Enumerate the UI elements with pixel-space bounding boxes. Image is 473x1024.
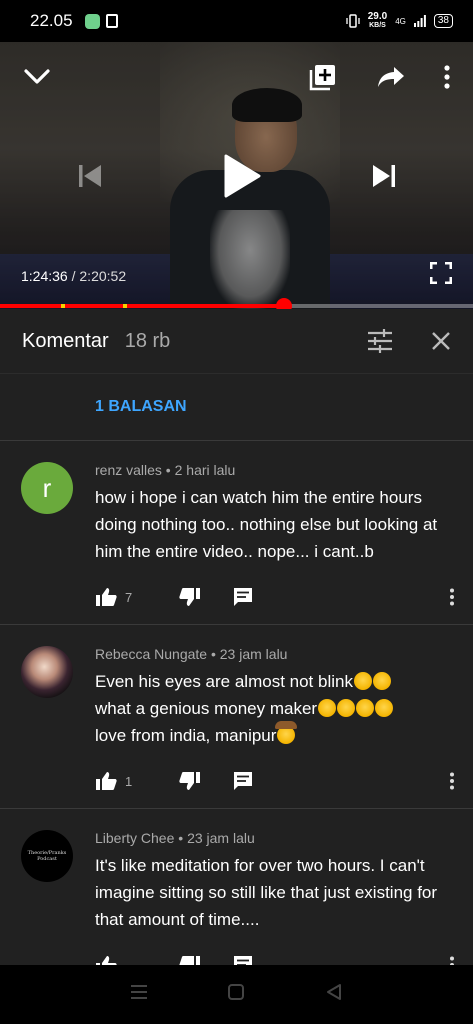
comment-text: how i hope i can watch him the entire ho… — [95, 488, 438, 561]
reply-icon[interactable] — [233, 587, 253, 607]
comment-item: r renz valles • 2 hari lalu how i hope i… — [0, 441, 473, 625]
sort-filter-icon[interactable] — [367, 329, 393, 353]
comment-body: Liberty Chee • 23 jam lalu It's like med… — [0, 809, 473, 965]
vibrate-icon — [346, 14, 360, 28]
comment-actions: 7 — [95, 573, 455, 621]
status-bar: 22.05 29.0 KB/S 4G 38 — [0, 0, 473, 42]
network-speed-unit: KB/S — [369, 22, 386, 29]
replies-row: 1 BALASAN — [0, 374, 473, 441]
comment-more-icon[interactable] — [449, 772, 455, 790]
progress-bar[interactable] — [0, 298, 473, 309]
comment-actions — [95, 941, 455, 965]
time-separator: / — [71, 268, 76, 284]
rofl-emoji-icon — [337, 699, 356, 717]
clipboard-icon — [105, 14, 118, 28]
reply-icon[interactable] — [233, 955, 253, 965]
app-notification-icon — [84, 13, 100, 29]
like-icon[interactable] — [95, 955, 117, 965]
like-count: 7 — [125, 589, 133, 605]
video-duration: 2:20:52 — [79, 268, 127, 284]
comments-panel: Komentar 18 rb 1 BALASAN r renz valles •… — [0, 309, 473, 965]
avatar[interactable] — [21, 646, 73, 698]
video-player[interactable]: 1:24:36 / 2:20:52 — [0, 42, 473, 309]
dislike-icon[interactable] — [179, 587, 201, 607]
network-speed: 29.0 KB/S — [368, 12, 387, 30]
rofl-emoji-icon — [353, 672, 372, 690]
status-time: 22.05 — [30, 11, 73, 30]
minimize-chevron-icon[interactable] — [20, 64, 54, 90]
comment-body: renz valles • 2 hari lalu how i hope i c… — [0, 441, 473, 621]
comment-author[interactable]: Rebecca Nungate — [95, 646, 207, 662]
comment-author[interactable]: Liberty Chee — [95, 830, 174, 846]
comment-text: It's like meditation for over two hours.… — [95, 856, 438, 929]
comment-more-icon[interactable] — [449, 588, 455, 606]
ad-marker — [122, 304, 127, 308]
like-count: 1 — [125, 773, 133, 789]
next-video-icon[interactable] — [368, 160, 400, 192]
comments-title: Komentar — [22, 329, 109, 352]
comment-actions: 1 — [95, 757, 455, 805]
progress-fill — [0, 304, 285, 308]
comment-text-line: love from india, manipur — [95, 721, 453, 749]
ad-marker — [61, 304, 66, 308]
comment-author[interactable]: renz valles — [95, 462, 162, 478]
comment-text-line-1: Even his eyes are almost not blink — [95, 672, 353, 691]
previous-video-icon[interactable] — [74, 160, 106, 192]
comments-count: 18 rb — [124, 329, 171, 352]
system-nav-bar — [0, 965, 473, 1024]
comment-text-line-3: love from india, manipur — [95, 726, 277, 745]
signal-icon — [413, 15, 426, 27]
home-icon[interactable] — [227, 983, 245, 1006]
current-time: 1:24:36 — [21, 268, 68, 284]
share-icon[interactable] — [375, 64, 407, 90]
back-icon[interactable] — [325, 983, 343, 1006]
comment-body: Rebecca Nungate • 23 jam lalu Even his e… — [0, 625, 473, 805]
like-icon[interactable] — [95, 587, 117, 607]
comment-item: Theorie/Pranks Podcast Liberty Chee • 23… — [0, 809, 473, 965]
status-indicators: 29.0 KB/S 4G 38 — [346, 12, 453, 30]
comment-time: 23 jam lalu — [219, 646, 288, 662]
rofl-emoji-icon — [372, 672, 391, 690]
avatar[interactable]: r — [21, 462, 73, 514]
avatar[interactable]: Theorie/Pranks Podcast — [21, 830, 73, 882]
more-options-icon[interactable] — [438, 62, 456, 92]
reply-icon[interactable] — [233, 771, 253, 791]
progress-scrubber[interactable] — [276, 298, 293, 309]
add-to-playlist-icon[interactable] — [307, 62, 339, 92]
comments-header: Komentar 18 rb — [0, 309, 473, 374]
view-replies-link[interactable]: 1 BALASAN — [95, 398, 187, 416]
time-readout: 1:24:36 / 2:20:52 — [21, 268, 126, 284]
close-icon[interactable] — [431, 331, 451, 351]
dislike-icon[interactable] — [179, 771, 201, 791]
cowboy-emoji-icon — [275, 721, 298, 744]
comment-meta: renz valles • 2 hari lalu — [95, 462, 236, 478]
comment-text: Even his eyes are almost not blink what … — [95, 668, 453, 749]
battery-icon: 38 — [433, 14, 453, 28]
status-notification-icons — [84, 13, 118, 29]
comment-meta: Rebecca Nungate • 23 jam lalu — [95, 646, 288, 662]
comment-text-line: Even his eyes are almost not blink — [95, 668, 453, 695]
rofl-emoji-icon — [356, 699, 375, 717]
comment-more-icon[interactable] — [449, 956, 455, 965]
comment-time: 2 hari lalu — [174, 462, 236, 478]
network-speed-value: 29.0 — [367, 11, 388, 22]
wink-emoji-icon — [318, 699, 337, 717]
comments-header-actions — [367, 329, 451, 353]
comment-text-line-2: what a genious money maker — [95, 699, 318, 718]
comment-item: Rebecca Nungate • 23 jam lalu Even his e… — [0, 625, 473, 809]
avatar-letter: r — [42, 472, 52, 503]
comment-meta: Liberty Chee • 23 jam lalu — [95, 830, 255, 846]
dislike-icon[interactable] — [179, 955, 201, 965]
play-icon[interactable] — [218, 150, 266, 202]
avatar-logo-text: Theorie/Pranks Podcast — [27, 850, 67, 862]
network-type: 4G — [395, 16, 406, 26]
rofl-emoji-icon — [375, 699, 394, 717]
comment-text-line: what a genious money maker — [95, 695, 453, 722]
recents-menu-icon[interactable] — [130, 984, 148, 1005]
fullscreen-icon[interactable] — [428, 260, 454, 286]
like-icon[interactable] — [95, 771, 117, 791]
comment-time: 23 jam lalu — [187, 830, 255, 846]
